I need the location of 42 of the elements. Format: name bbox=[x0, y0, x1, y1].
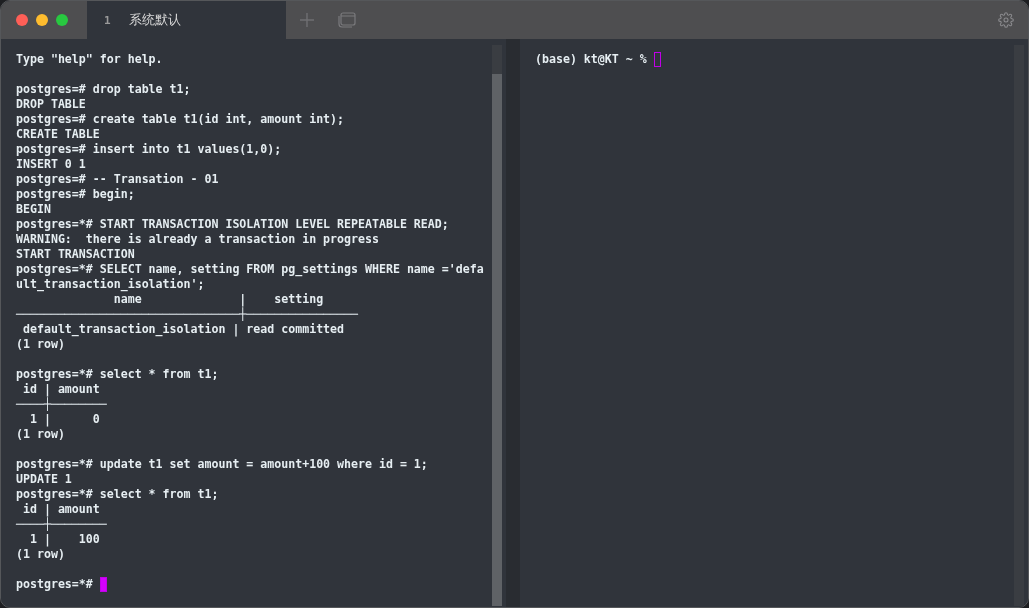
tab-overview-icon[interactable] bbox=[338, 12, 356, 28]
terminal-line: ────┼──────── bbox=[16, 517, 108, 532]
terminal-line: 1 | 0 bbox=[28, 412, 101, 427]
add-tab-icon[interactable] bbox=[300, 13, 314, 27]
terminal-line: default_transaction_isolation | read committed bbox=[21, 322, 346, 337]
terminal-line: postgres=*# START TRANSACTION ISOLATION LEVEL REPEATABLE READ; bbox=[16, 217, 450, 232]
terminal-line: CREATE TABLE bbox=[16, 127, 101, 142]
terminal-line: postgres=# -- Transation - 01 bbox=[16, 172, 220, 187]
terminal-line: id | amount bbox=[22, 502, 100, 517]
terminal-line: postgres=*# SELECT name, setting FROM pg_settings WHERE name ='defa bbox=[16, 262, 485, 277]
terminal-line: postgres=# begin; bbox=[16, 187, 136, 202]
terminal-line: DROP TABLE bbox=[16, 97, 87, 112]
terminal-line: BEGIN bbox=[16, 202, 52, 217]
zoom-button[interactable] bbox=[56, 14, 68, 26]
terminal-line: UPDATE 1 bbox=[16, 472, 73, 487]
terminal-line: (1 row) bbox=[16, 427, 66, 442]
settings-icon[interactable] bbox=[998, 12, 1014, 28]
terminal-line: ────┼──────── bbox=[16, 397, 108, 412]
terminal-line: Type "help" for help. bbox=[16, 52, 164, 67]
terminal-tab[interactable]: 1 系统默认 bbox=[87, 1, 286, 39]
terminal-line: WARNING: there is already a transaction in progress bbox=[16, 232, 380, 247]
terminal-line: ────────────────────────────────┼──────────────── bbox=[16, 307, 360, 322]
shell-prompt: postgres=*# bbox=[16, 577, 94, 592]
terminal-line: (1 row) bbox=[16, 547, 66, 562]
terminal-line: postgres=# insert into t1 values(1,0); bbox=[16, 142, 283, 157]
close-button[interactable] bbox=[16, 14, 28, 26]
terminal-line: id | amount bbox=[22, 382, 100, 397]
terminal-line: (1 row) bbox=[16, 337, 66, 352]
terminal-line: postgres=*# select * from t1; bbox=[16, 487, 220, 502]
terminal-line: ult_transaction_isolation'; bbox=[16, 277, 206, 292]
terminal-line: postgres=# create table t1(id int, amount int); bbox=[16, 112, 346, 127]
terminal-line: name | setting bbox=[113, 292, 324, 307]
tab-title: 系统默认 bbox=[128, 11, 181, 29]
terminal-line: postgres=# drop table t1; bbox=[16, 82, 192, 97]
terminal-line: postgres=*# select * from t1; bbox=[16, 367, 220, 382]
terminal-line: postgres=*# update t1 set amount = amount+100 where id = 1; bbox=[16, 457, 429, 472]
terminal-line: 1 | 100 bbox=[28, 532, 101, 547]
terminal-line: START TRANSACTION bbox=[16, 247, 136, 262]
terminal-line: INSERT 0 1 bbox=[16, 157, 87, 172]
tab-number: 1 bbox=[104, 13, 111, 27]
shell-prompt: (base) kt@KT ~ % bbox=[535, 52, 648, 67]
minimize-button[interactable] bbox=[36, 14, 48, 26]
